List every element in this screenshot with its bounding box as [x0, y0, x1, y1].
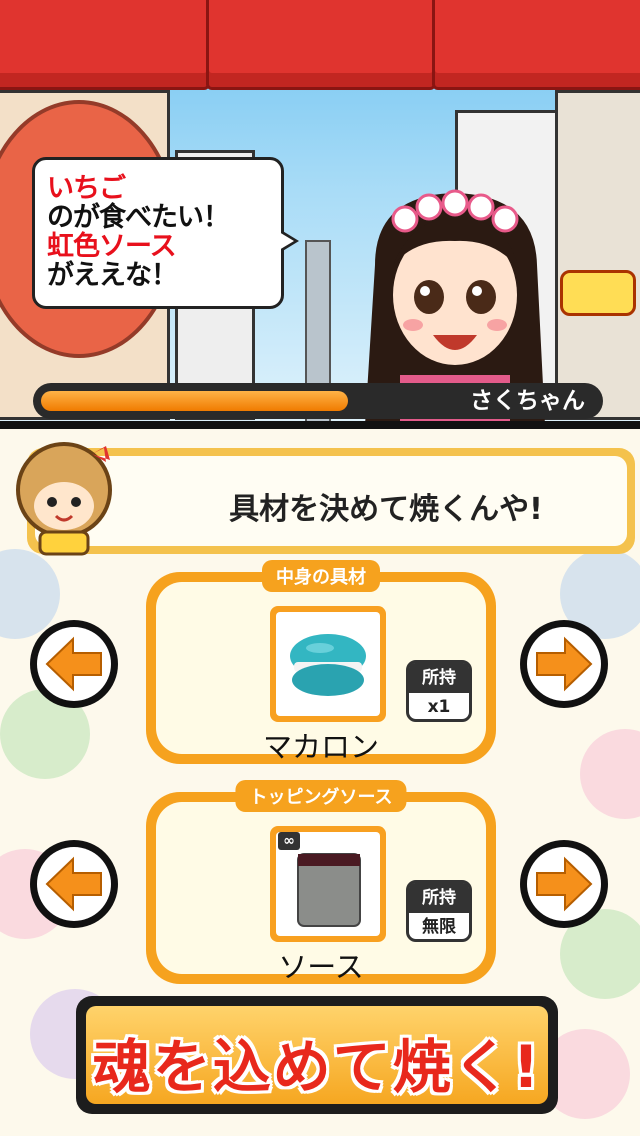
- filling-prev-arrow-button[interactable]: [30, 620, 118, 708]
- arrow-right-icon: [536, 856, 593, 912]
- speech-line-4: がええな！: [47, 260, 178, 291]
- customer-patience-bar: さくちゃん: [33, 383, 603, 419]
- sauce-next-arrow-button[interactable]: [520, 840, 608, 928]
- bake-button[interactable]: 魂を込めて焼く!: [76, 996, 558, 1114]
- infinite-icon: ∞: [278, 832, 300, 850]
- arrow-right-icon: [536, 636, 593, 692]
- takoyaki-mascot-icon: [16, 442, 112, 556]
- macaron-icon: [290, 634, 366, 696]
- lanterns: [560, 270, 636, 316]
- filling-card: 所持 x1 マカロン 中身の具材: [146, 560, 496, 764]
- sauce-item-slot[interactable]: ∞: [270, 826, 386, 942]
- filling-next-arrow-button[interactable]: [520, 620, 608, 708]
- sauce-card-label: トッピングソース: [235, 780, 407, 812]
- patience-fill: [41, 391, 348, 411]
- speech-line-3: 虹色ソース: [47, 231, 177, 262]
- sauce-prev-arrow-button[interactable]: [30, 840, 118, 928]
- filling-owned-badge: 所持 x1: [406, 660, 472, 722]
- arrow-left-icon: [45, 636, 102, 692]
- speech-line-2: のが食べたい！: [47, 202, 230, 233]
- sauce-owned-badge: 所持 無限: [406, 880, 472, 942]
- bake-button-label: 魂を込めて焼く!: [92, 1033, 542, 1101]
- filling-card-label: 中身の具材: [262, 560, 380, 592]
- sauce-item-name: ソース: [278, 950, 364, 984]
- sauce-owned-value: 無限: [422, 917, 456, 937]
- arrow-left-icon: [45, 856, 102, 912]
- sauce-card: ∞ 所持 無限 ソース トッピングソース: [146, 780, 496, 984]
- speech-bubble: いちご のが食べたい！ 虹色ソース がええな！: [32, 157, 299, 309]
- speech-line-1: いちご: [47, 173, 126, 204]
- noren-curtain: [0, 0, 640, 100]
- filling-item-slot[interactable]: [270, 606, 386, 722]
- street-scene: いちご のが食べたい！ 虹色ソース がええな！ さくちゃん: [0, 0, 640, 425]
- filling-owned-value: x1: [427, 697, 451, 717]
- building-right-2: [555, 90, 640, 420]
- filling-owned-label: 所持: [409, 663, 469, 693]
- filling-item-name: マカロン: [262, 730, 379, 764]
- sauce-owned-label: 所持: [409, 883, 469, 913]
- customer-name: さくちゃん: [470, 388, 585, 414]
